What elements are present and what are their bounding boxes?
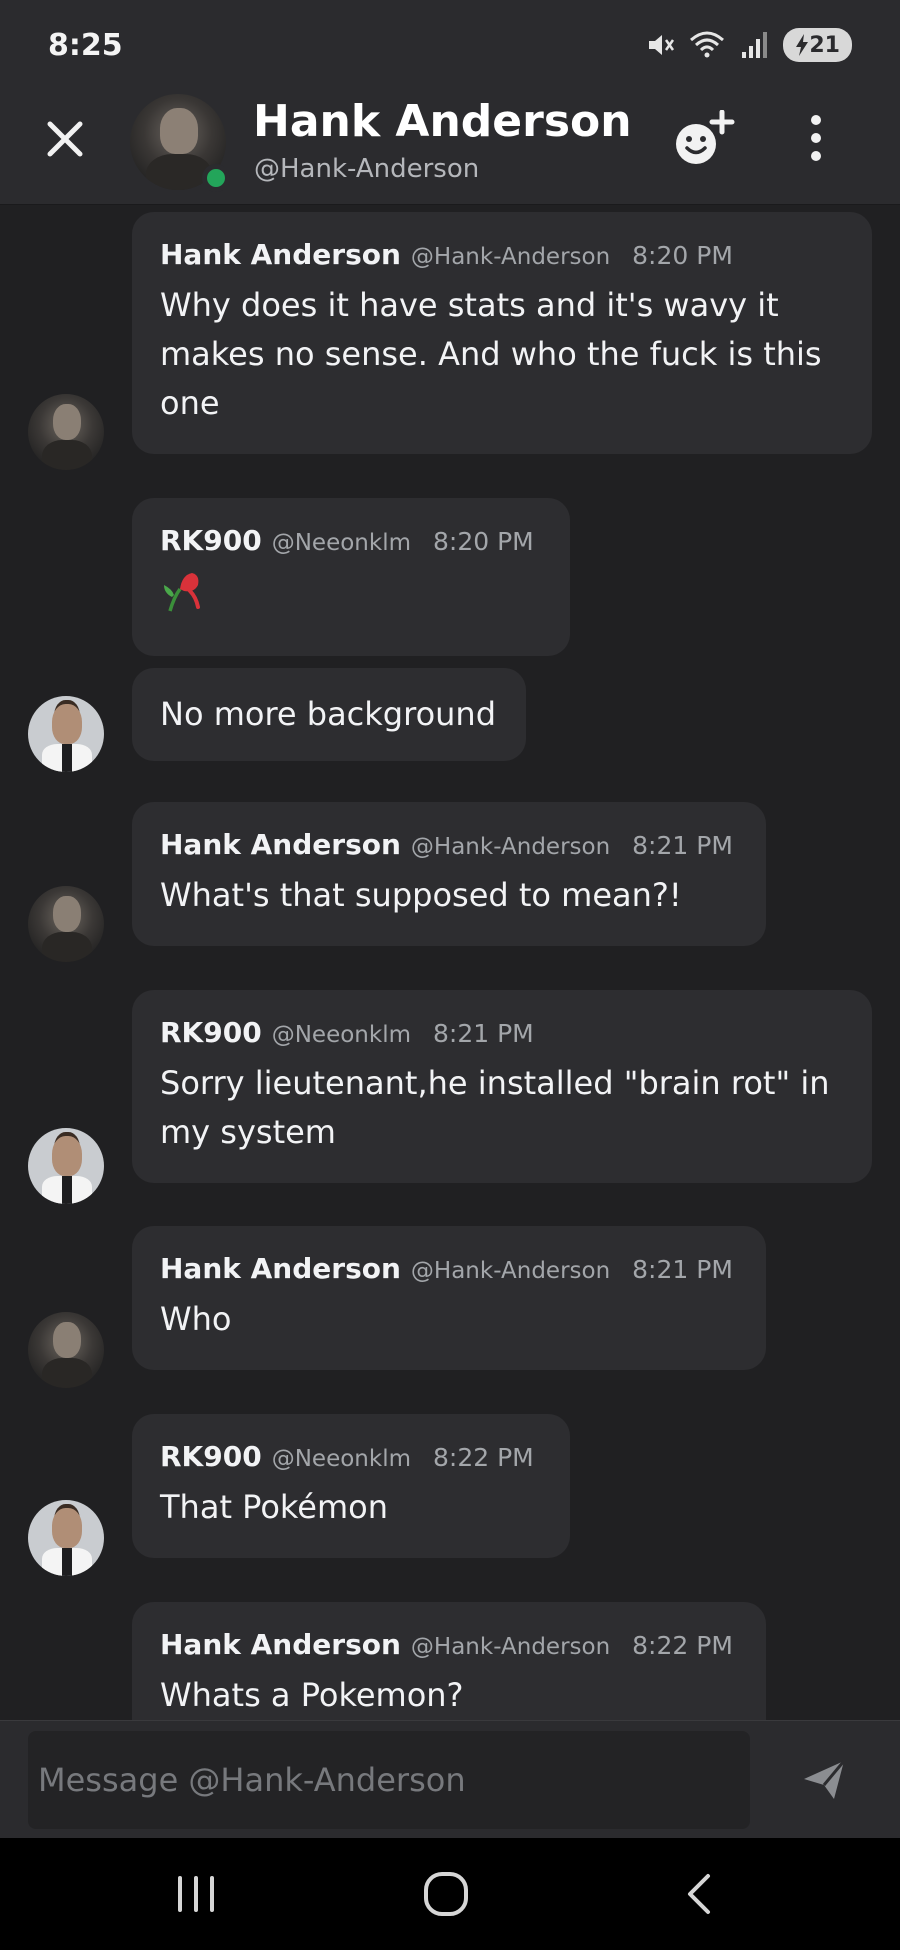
message-text: No more background [160,695,497,733]
add-friend-icon[interactable] [672,110,736,170]
message-handle: @Hank-Anderson [410,834,611,860]
message-bubble[interactable]: No more background [132,668,526,761]
message-timestamp: 8:20 PM [632,241,733,270]
message-list[interactable]: Hank Anderson @Hank-Anderson 8:20 PM Why… [0,206,900,1720]
avatar[interactable] [28,886,104,962]
message-author[interactable]: RK900 [160,524,262,557]
message-bubble[interactable]: Hank Anderson @Hank-Anderson 8:20 PM Why… [132,212,872,454]
message-meta: Hank Anderson @Hank-Anderson 8:20 PM [160,238,844,271]
status-time: 8:25 [48,28,123,63]
status-icons: 21 [645,28,852,62]
avatar[interactable] [28,1128,104,1204]
back-icon[interactable] [670,1868,730,1920]
home-icon[interactable] [416,1868,476,1920]
signal-icon [742,32,768,58]
header-user-handle: @Hank-Anderson [254,154,480,184]
message-author[interactable]: Hank Anderson [160,1628,401,1661]
system-nav-bar [0,1838,900,1950]
wilted-rose-emoji [164,573,200,612]
recents-icon[interactable] [166,1868,226,1920]
message-author[interactable]: Hank Anderson [160,238,401,271]
avatar[interactable] [28,696,104,772]
message-timestamp: 8:21 PM [632,1255,733,1284]
chat-header: Hank Anderson @Hank-Anderson [0,92,900,205]
message-timestamp: 8:21 PM [433,1019,534,1048]
avatar[interactable] [28,1500,104,1576]
message-timestamp: 8:20 PM [433,527,534,556]
message-handle: @Neeonklm [271,530,411,556]
battery-level: 21 [809,32,840,58]
message-timestamp: 8:21 PM [632,831,733,860]
message-timestamp: 8:22 PM [433,1443,534,1472]
message-input[interactable] [28,1731,750,1829]
message-composer [0,1720,900,1838]
message-bubble[interactable]: RK900 @Neeonklm 8:20 PM [132,498,570,656]
message-author[interactable]: Hank Anderson [160,1252,401,1285]
more-vertical-icon[interactable] [800,112,832,164]
message-bubble[interactable]: RK900 @Neeonklm 8:21 PM Sorry lieutenant… [132,990,872,1183]
message-meta: RK900 @Neeonklm 8:21 PM [160,1016,844,1049]
message-handle: @Hank-Anderson [410,1258,611,1284]
message-text: Why does it have stats and it's wavy it … [160,286,822,422]
battery-indicator: 21 [783,28,852,62]
message-text: Sorry lieutenant,he installed "brain rot… [160,1064,830,1151]
send-icon[interactable] [800,1755,850,1805]
message-text: Whats a Pokemon? [160,1676,464,1714]
message-author[interactable]: Hank Anderson [160,828,401,861]
wifi-icon [690,31,725,58]
message-meta: Hank Anderson @Hank-Anderson 8:21 PM [160,1252,738,1285]
message-author[interactable]: RK900 [160,1016,262,1049]
message-handle: @Hank-Anderson [410,244,611,270]
message-meta: Hank Anderson @Hank-Anderson 8:21 PM [160,828,738,861]
message-handle: @Hank-Anderson [410,1634,611,1660]
message-text: What's that supposed to mean?! [160,876,682,914]
header-user-name[interactable]: Hank Anderson [253,96,632,147]
message-handle: @Neeonklm [271,1022,411,1048]
message-meta: Hank Anderson @Hank-Anderson 8:22 PM [160,1628,738,1661]
message-bubble[interactable]: Hank Anderson @Hank-Anderson 8:22 PM Wha… [132,1602,766,1720]
avatar[interactable] [28,1312,104,1388]
message-meta: RK900 @Neeonklm 8:22 PM [160,1440,542,1473]
message-timestamp: 8:22 PM [632,1631,733,1660]
charging-icon [796,34,809,56]
avatar[interactable] [28,394,104,470]
message-handle: @Neeonklm [271,1446,411,1472]
message-text: That Pokémon [160,1488,388,1526]
message-author[interactable]: RK900 [160,1440,262,1473]
mute-icon [649,35,675,55]
online-status-indicator [202,164,230,192]
message-bubble[interactable]: Hank Anderson @Hank-Anderson 8:21 PM Who [132,1226,766,1370]
message-bubble[interactable]: RK900 @Neeonklm 8:22 PM That Pokémon [132,1414,570,1558]
close-icon[interactable] [42,116,88,162]
message-bubble[interactable]: Hank Anderson @Hank-Anderson 8:21 PM Wha… [132,802,766,946]
message-meta: RK900 @Neeonklm 8:20 PM [160,524,542,557]
status-bar: 8:25 21 [0,0,900,92]
message-text: Who [160,1300,232,1338]
